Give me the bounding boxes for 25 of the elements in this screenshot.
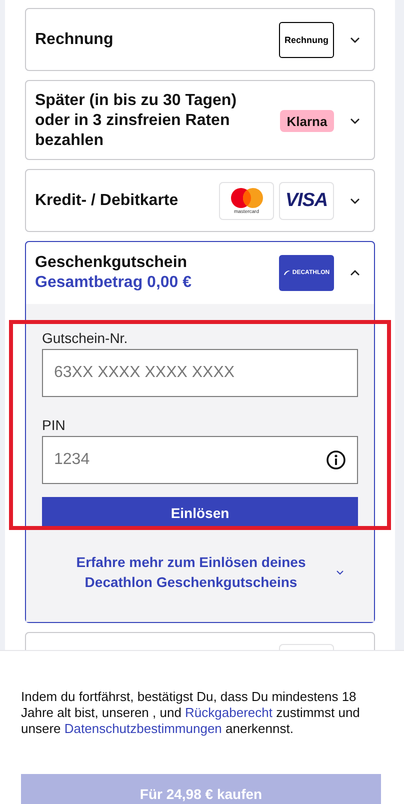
policy-link[interactable]: Datenschutzbestimmungen	[64, 721, 222, 736]
info-icon[interactable]	[326, 450, 346, 470]
payment-title: Später (in bis zu 30 Tagen) oder in 3 zinsfreien Raten bezahlen	[35, 91, 238, 151]
visa-logo: VISA	[279, 182, 334, 220]
chevron-icon[interactable]	[350, 270, 360, 276]
policy-link[interactable]: Rückgaberecht	[185, 705, 272, 720]
invoice-logo: Rechnung	[279, 22, 334, 58]
field-label: Gutschein-Nr.	[42, 330, 129, 346]
payment-card[interactable]: Später (in bis zu 30 Tagen) oder in 3 zinsfreien Raten bezahlen Klarna	[25, 80, 375, 160]
chevron-icon[interactable]	[350, 118, 360, 124]
chevron-icon[interactable]	[350, 198, 360, 204]
input-field[interactable]: 1234	[42, 436, 358, 484]
payment-card[interactable]: Rechnung Rechnung	[25, 8, 375, 71]
klarna-logo: Klarna	[280, 110, 334, 132]
payment-title: Rechnung	[35, 30, 114, 50]
payment-title: Kredit- / Debitkarte	[35, 190, 180, 210]
info-link[interactable]: Erfahre mehr zum Einlösen deines Decathlon Geschenkgutscheins	[42, 552, 328, 592]
payment-title: Geschenkgutschein	[35, 253, 188, 273]
chevron-icon[interactable]	[336, 570, 344, 574]
total-amount: Gesamtbetrag 0,00 €	[35, 273, 193, 293]
input-field[interactable]: 63XX XXXX XXXX XXXX	[42, 349, 358, 397]
redeem-button[interactable]: Einlösen	[42, 497, 358, 528]
consent-text: Indem du fortfährst, bestätigst Du, dass Du mindestens 18 Jahre alt bist, unseren , und Rückgaberecht zustimmst und unsere Datenschutzbestimmungen anerkennst.	[21, 689, 361, 737]
chevron-icon[interactable]	[350, 36, 360, 42]
field-label: PIN	[42, 417, 66, 433]
